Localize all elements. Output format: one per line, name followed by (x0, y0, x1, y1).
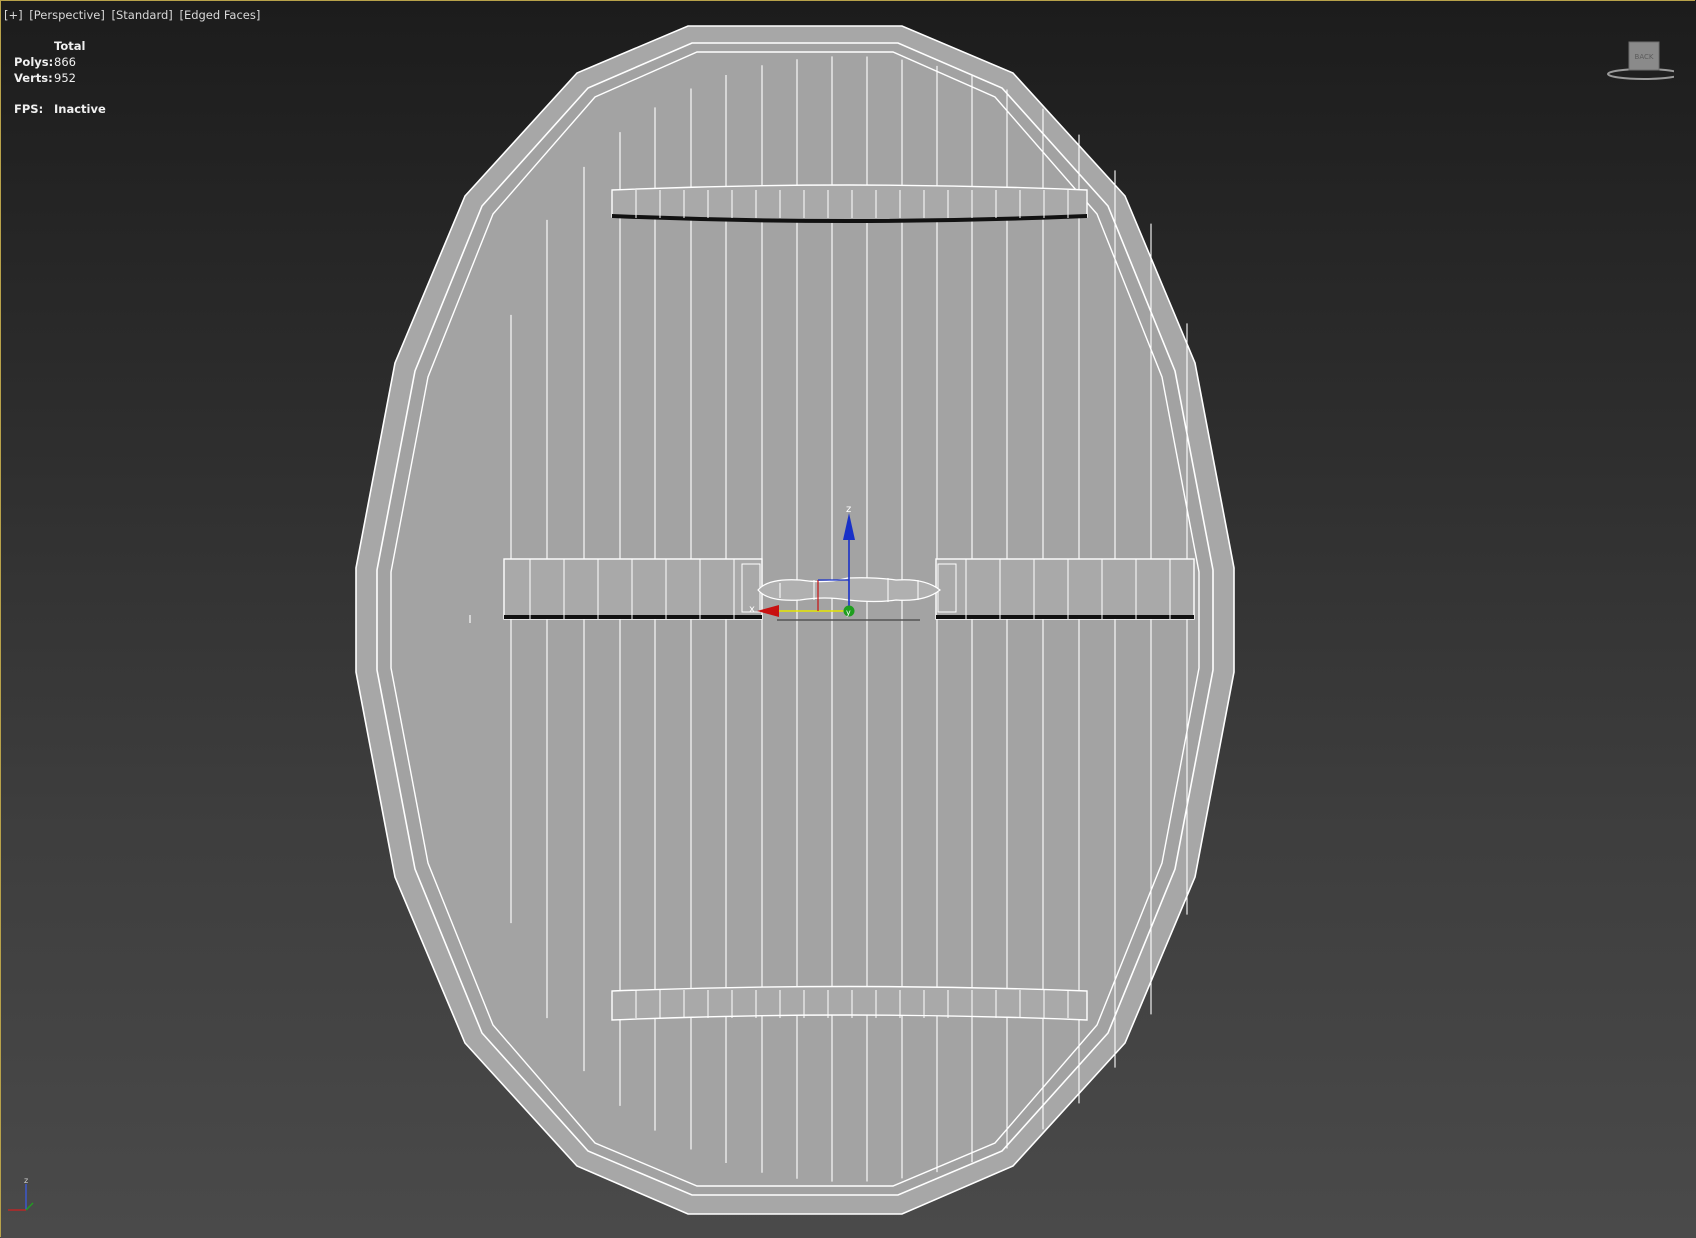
tripod-z-label: z (24, 1176, 28, 1185)
gizmo-z-label: z (846, 504, 851, 515)
viewcube-face-label: BACK (1635, 53, 1654, 61)
viewport-scene[interactable]: z x y (0, 0, 1696, 1238)
center-brace-right[interactable] (935, 558, 1195, 620)
axis-tripod: z (8, 1176, 34, 1211)
viewcube[interactable]: BACK (1604, 38, 1674, 82)
gizmo-y-label: y (846, 608, 851, 617)
top-brace[interactable] (611, 184, 1088, 223)
bottom-brace[interactable] (611, 985, 1088, 1021)
gizmo-x-label: x (749, 604, 755, 615)
center-brace-left[interactable] (503, 558, 763, 620)
